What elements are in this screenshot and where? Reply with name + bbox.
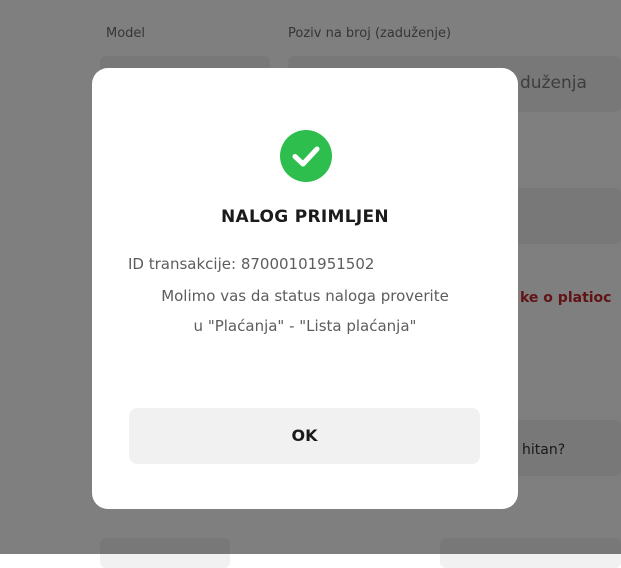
status-message-line-1: Molimo vas da status naloga proverite <box>161 287 449 305</box>
ok-button[interactable]: OK <box>129 408 480 464</box>
status-message-line-2: u "Plaćanja" - "Lista plaćanja" <box>193 317 417 335</box>
success-dialog: NALOG PRIMLJEN ID transakcije: 870001019… <box>92 68 518 509</box>
dialog-title: NALOG PRIMLJEN <box>221 207 389 227</box>
transaction-id-text: ID transakcije: 87000101951502 <box>128 255 375 273</box>
check-circle-icon <box>278 128 334 184</box>
